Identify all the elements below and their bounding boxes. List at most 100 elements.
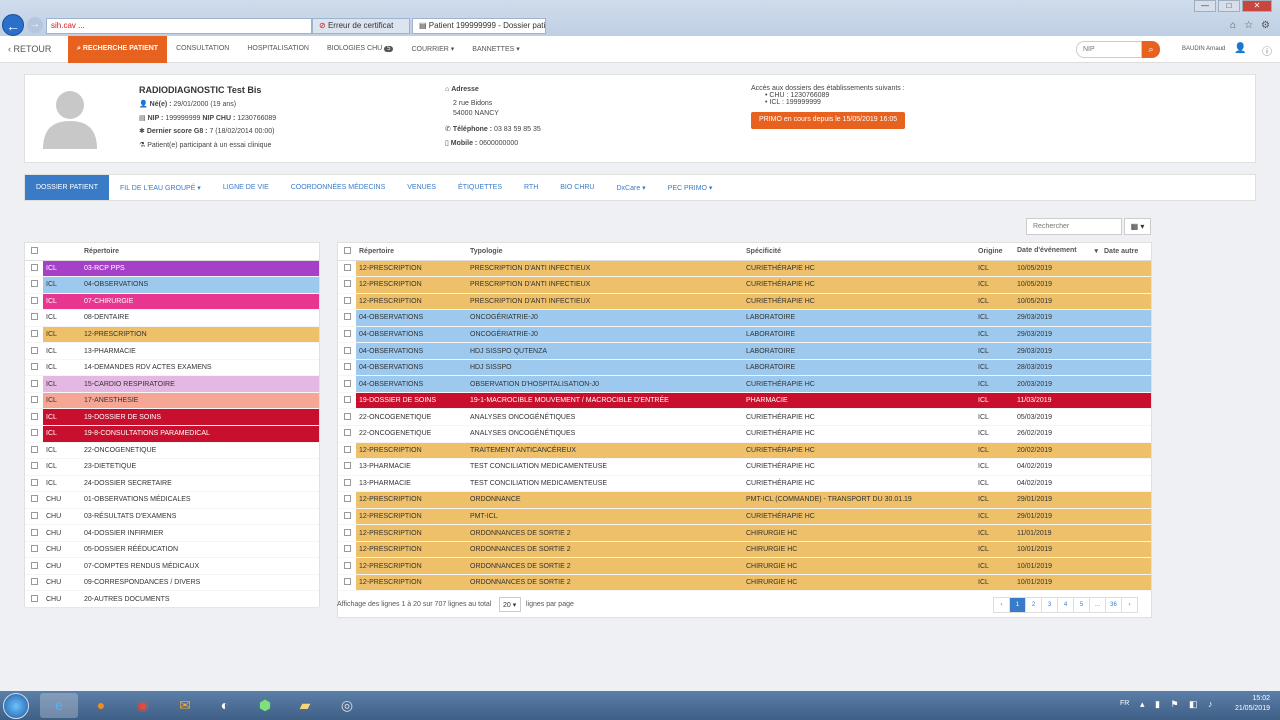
row-checkbox[interactable] <box>343 561 351 569</box>
row-checkbox[interactable] <box>30 396 38 404</box>
nav-biologies-chu[interactable]: BIOLOGIES CHU 5 <box>318 36 403 63</box>
row-checkbox[interactable] <box>30 528 38 536</box>
row-checkbox[interactable] <box>343 313 351 321</box>
row-checkbox[interactable] <box>343 263 351 271</box>
select-all-checkbox[interactable] <box>343 246 351 254</box>
table-row[interactable]: 13-PHARMACIE TEST CONCILIATION MEDICAMENT… <box>338 458 1151 476</box>
favorites-star-icon[interactable]: ☆ <box>1244 20 1253 31</box>
tab-fil-de-leau[interactable]: FIL DE L'EAU GROUPÉ ▾ <box>109 175 212 200</box>
columns-toggle-button[interactable]: ▦ ▾ <box>1124 218 1151 235</box>
col-typologie[interactable]: Typologie <box>467 243 743 261</box>
row-checkbox[interactable] <box>30 545 38 553</box>
tab-coordonnees-medecins[interactable]: COORDONNÉES MÉDECINS <box>280 175 397 200</box>
list-item[interactable]: CHU 01-OBSERVATIONS MÉDICALES <box>25 491 319 509</box>
language-indicator[interactable]: FR <box>1120 700 1129 707</box>
row-checkbox[interactable] <box>30 429 38 437</box>
row-checkbox[interactable] <box>30 412 38 420</box>
row-checkbox[interactable] <box>343 329 351 337</box>
table-row[interactable]: 12-PRESCRIPTION ORDONNANCES DE SORTIE 2 CH… <box>338 557 1151 575</box>
list-item[interactable]: ICL 14-DEMANDES RDV ACTES EXAMENS <box>25 359 319 377</box>
retour-link[interactable]: ‹ RETOUR <box>8 44 51 54</box>
table-row[interactable]: 04-OBSERVATIONS ONCOGÉRIATRIE-J0 LABORATOI… <box>338 309 1151 327</box>
row-checkbox[interactable] <box>343 578 351 586</box>
list-item[interactable]: CHU 20-AUTRES DOCUMENTS <box>25 590 319 608</box>
tab-dossier-patient[interactable]: DOSSIER PATIENT <box>25 175 109 200</box>
list-item[interactable]: ICL 08-DENTAIRE <box>25 309 319 327</box>
tray-icons[interactable]: ▴ ▮ ⚑ ◧ ♪ <box>1140 699 1217 710</box>
list-item[interactable]: ICL 15-CARDIO RESPIRATOIRE <box>25 375 319 393</box>
per-page-select[interactable]: 20 ▾ <box>499 597 521 612</box>
row-checkbox[interactable] <box>343 478 351 486</box>
tab-venues[interactable]: VENUES <box>396 175 447 200</box>
list-item[interactable]: ICL 13-PHARMACIE <box>25 342 319 360</box>
table-row[interactable]: 04-OBSERVATIONS HDJ SISSPO QUTENZA LABORAT… <box>338 342 1151 360</box>
list-item[interactable]: ICL 24-DOSSIER SECRETAIRE <box>25 475 319 493</box>
select-all-checkbox[interactable] <box>30 246 38 254</box>
row-checkbox[interactable] <box>343 346 351 354</box>
list-item[interactable]: ICL 03-RCP PPS <box>25 260 319 278</box>
nip-search-button[interactable]: ⌕ <box>1142 41 1160 58</box>
user-icon[interactable]: 👤 <box>1234 43 1246 54</box>
browser-tab-cert-error[interactable]: ⊘ Erreur de certificat <box>312 18 410 34</box>
row-checkbox[interactable] <box>343 379 351 387</box>
col-origine[interactable]: Origine <box>975 243 1014 261</box>
row-checkbox[interactable] <box>343 545 351 553</box>
list-item[interactable]: CHU 05-DOSSIER RÉÉDUCATION <box>25 541 319 559</box>
tab-dxcare[interactable]: DxCare ▾ <box>606 175 657 200</box>
table-row[interactable]: 12-PRESCRIPTION TRAITEMENT ANTICANCÉREUX C… <box>338 442 1151 460</box>
table-row[interactable]: 19-DOSSIER DE SOINS 19-1-MACROCIBLE MOUVE… <box>338 392 1151 410</box>
home-icon[interactable]: ⌂ <box>1230 20 1236 31</box>
nav-courrier[interactable]: COURRIER ▾ <box>402 36 463 63</box>
table-search-input[interactable] <box>1026 218 1122 235</box>
row-checkbox[interactable] <box>343 511 351 519</box>
list-item[interactable]: ICL 19-DOSSIER DE SOINS <box>25 408 319 426</box>
row-checkbox[interactable] <box>30 445 38 453</box>
row-checkbox[interactable] <box>30 363 38 371</box>
page-button[interactable]: 3 <box>1041 597 1058 613</box>
nav-consultation[interactable]: CONSULTATION <box>167 36 238 63</box>
tab-pec-primo[interactable]: PEC PRIMO ▾ <box>657 175 724 200</box>
list-item[interactable]: CHU 03-RÉSULTATS D'EXAMENS <box>25 508 319 526</box>
minimize-button[interactable]: — <box>1194 0 1216 12</box>
maximize-button[interactable]: □ <box>1218 0 1240 12</box>
row-checkbox[interactable] <box>30 280 38 288</box>
chrome-taskbar-icon[interactable]: ◉ <box>124 693 162 718</box>
col-specificite[interactable]: Spécificité <box>743 243 975 261</box>
row-checkbox[interactable] <box>30 478 38 486</box>
tab-bio-chru[interactable]: BIO CHRU <box>549 175 605 200</box>
browser-back-button[interactable]: ← <box>2 14 24 36</box>
col-date-autre[interactable]: Date autre <box>1101 243 1151 261</box>
table-row[interactable]: 04-OBSERVATIONS ONCOGÉRIATRIE-J0 LABORATOI… <box>338 326 1151 344</box>
app-taskbar-icon[interactable]: ⬢ <box>246 693 284 718</box>
help-icon[interactable]: ⓘ <box>1262 43 1272 58</box>
row-checkbox[interactable] <box>343 396 351 404</box>
clock[interactable]: 15:02 21/05/2019 <box>1235 694 1270 714</box>
primo-status-button[interactable]: PRIMO en cours depuis le 15/05/2019 16:0… <box>751 112 906 129</box>
table-row[interactable]: 12-PRESCRIPTION PRESCRIPTION D'ANTI INFEC… <box>338 276 1151 294</box>
row-checkbox[interactable] <box>30 561 38 569</box>
table-row[interactable]: 13-PHARMACIE TEST CONCILIATION MEDICAMENT… <box>338 475 1151 493</box>
row-checkbox[interactable] <box>343 412 351 420</box>
list-item[interactable]: ICL 22-ONCOGENETIQUE <box>25 442 319 460</box>
list-item[interactable]: ICL 07-CHIRURGIE <box>25 293 319 311</box>
list-item[interactable]: ICL 17-ANESTHESIE <box>25 392 319 410</box>
start-button[interactable] <box>3 693 29 719</box>
row-checkbox[interactable] <box>343 462 351 470</box>
nav-hospitalisation[interactable]: HOSPITALISATION <box>238 36 318 63</box>
explorer-taskbar-icon[interactable]: ▰ <box>286 693 324 718</box>
row-checkbox[interactable] <box>343 363 351 371</box>
row-checkbox[interactable] <box>30 313 38 321</box>
browser-forward-button[interactable]: → <box>27 17 43 33</box>
row-checkbox[interactable] <box>30 495 38 503</box>
nav-recherche-patient[interactable]: ⌕ RECHERCHE PATIENT <box>68 36 168 63</box>
media-taskbar-icon[interactable]: ◎ <box>328 693 366 718</box>
settings-gear-icon[interactable]: ⚙ <box>1261 20 1270 31</box>
table-row[interactable]: 12-PRESCRIPTION ORDONNANCES DE SORTIE 2 CH… <box>338 574 1151 592</box>
col-repertoire[interactable]: Répertoire <box>356 243 467 261</box>
row-checkbox[interactable] <box>30 329 38 337</box>
nav-bannettes[interactable]: BANNETTES ▾ <box>463 36 528 63</box>
tab-etiquettes[interactable]: ÉTIQUETTES <box>447 175 513 200</box>
table-row[interactable]: 22-ONCOGENETIQUE ANALYSES ONCOGÉNÉTIQUES C… <box>338 408 1151 426</box>
close-window-button[interactable]: ✕ <box>1242 0 1272 12</box>
table-row[interactable]: 12-PRESCRIPTION PRESCRIPTION D'ANTI INFEC… <box>338 293 1151 311</box>
